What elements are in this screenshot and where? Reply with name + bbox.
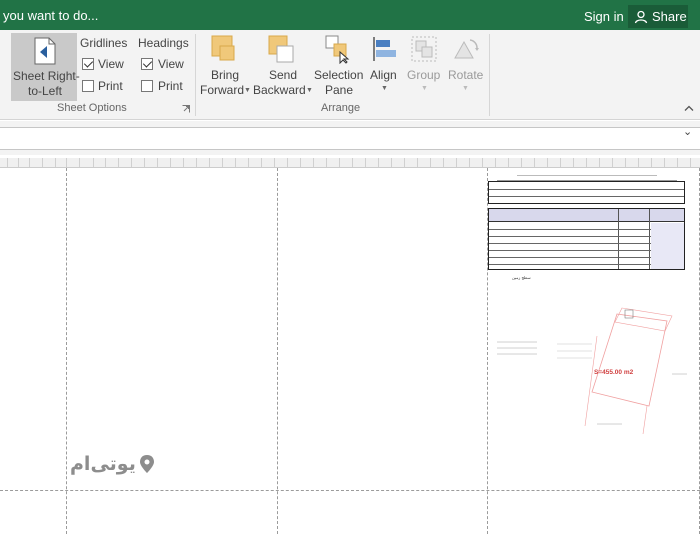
send-backward-label-2: Backward (253, 83, 306, 97)
watermark-logo: یوتی‌ام (70, 453, 155, 475)
bring-forward-button[interactable]: Bring Forward ▼ (198, 30, 251, 100)
page-break-horizontal (0, 490, 700, 491)
send-backward-label-1: Send (269, 68, 298, 82)
ribbon-separator (489, 34, 490, 116)
align-button[interactable]: Align ▼ (366, 30, 402, 100)
group-icon (411, 36, 437, 62)
gridlines-view-label: View (98, 57, 124, 71)
rotate-dropdown-icon: ▼ (462, 85, 469, 92)
tell-me-search[interactable]: you want to do... (3, 8, 98, 23)
sign-in-link[interactable]: Sign in (584, 9, 624, 24)
expand-formula-bar-icon[interactable]: ⌄ (683, 125, 692, 138)
gridlines-view-checkbox[interactable] (82, 58, 94, 70)
person-icon (634, 10, 648, 23)
formula-bar: ⌄ (0, 121, 700, 155)
worksheet-grid[interactable]: سطح زمین S=455.00 m2 یوتی‌ام (0, 168, 700, 534)
headings-print-label: Print (158, 79, 183, 93)
selection-pane-button[interactable]: Selection Pane (312, 30, 364, 100)
collapse-ribbon-icon[interactable] (684, 104, 694, 112)
share-button[interactable]: Share (628, 5, 688, 28)
column-headers[interactable] (0, 158, 700, 168)
doc-header-table (488, 181, 685, 204)
ribbon-separator (195, 34, 196, 116)
bring-forward-label-2: Forward (200, 83, 245, 97)
headings-print-checkbox[interactable] (141, 80, 153, 92)
gridlines-heading: Gridlines (80, 36, 128, 50)
rotate-button[interactable]: Rotate ▼ (446, 30, 486, 100)
align-dropdown-icon: ▼ (381, 85, 388, 92)
arrange-group-label: Arrange (321, 102, 361, 114)
gridlines-print-label: Print (98, 79, 123, 93)
selection-pane-label-2: Pane (325, 83, 354, 97)
headings-heading: Headings (138, 36, 189, 50)
send-backward-icon (268, 35, 294, 63)
ribbon: Sheet Right- to-Left Gridlines View Prin… (0, 30, 700, 120)
selection-pane-label-1: Selection (314, 68, 364, 82)
headings-view-checkbox[interactable] (141, 58, 153, 70)
sheet-options-group-label: Sheet Options (57, 102, 127, 114)
formula-input[interactable] (0, 127, 700, 150)
bring-forward-label-1: Bring (211, 68, 240, 82)
map-pin-icon (139, 455, 154, 473)
sheet-right-to-left-button[interactable]: Sheet Right- to-Left (11, 33, 80, 101)
bring-forward-icon (211, 35, 235, 61)
selection-pane-icon (325, 35, 350, 64)
group-label: Group (407, 68, 441, 82)
site-plan-drawing (497, 307, 687, 435)
gridlines-print-checkbox[interactable] (82, 80, 94, 92)
dialog-launcher-icon[interactable] (182, 105, 190, 113)
sheet-rtl-icon (34, 37, 56, 65)
align-icon (373, 37, 396, 61)
sheet-rtl-label-2: to-Left (28, 84, 63, 98)
watermark-text: یوتی‌ام (70, 453, 136, 475)
share-label: Share (652, 9, 687, 24)
embedded-document-image[interactable]: سطح زمین S=455.00 m2 (487, 171, 687, 471)
doc-land-table (488, 208, 685, 270)
doc-caption: سطح زمین (512, 275, 531, 280)
area-label: S=455.00 m2 (594, 369, 634, 376)
doc-title-line (517, 172, 657, 176)
page-break-vertical (277, 168, 278, 534)
group-dropdown-icon: ▼ (421, 85, 428, 92)
rotate-icon (454, 39, 479, 59)
send-backward-button[interactable]: Send Backward ▼ (252, 30, 313, 100)
title-bar: you want to do... Sign in Share (0, 0, 700, 30)
page-break-vertical (66, 168, 67, 534)
bring-forward-dropdown-icon: ▼ (244, 87, 251, 94)
rotate-label: Rotate (448, 68, 484, 82)
group-button[interactable]: Group ▼ (404, 30, 444, 100)
headings-view-label: View (158, 57, 184, 71)
sheet-rtl-label-1: Sheet Right- (13, 69, 80, 83)
align-label: Align (370, 68, 397, 82)
